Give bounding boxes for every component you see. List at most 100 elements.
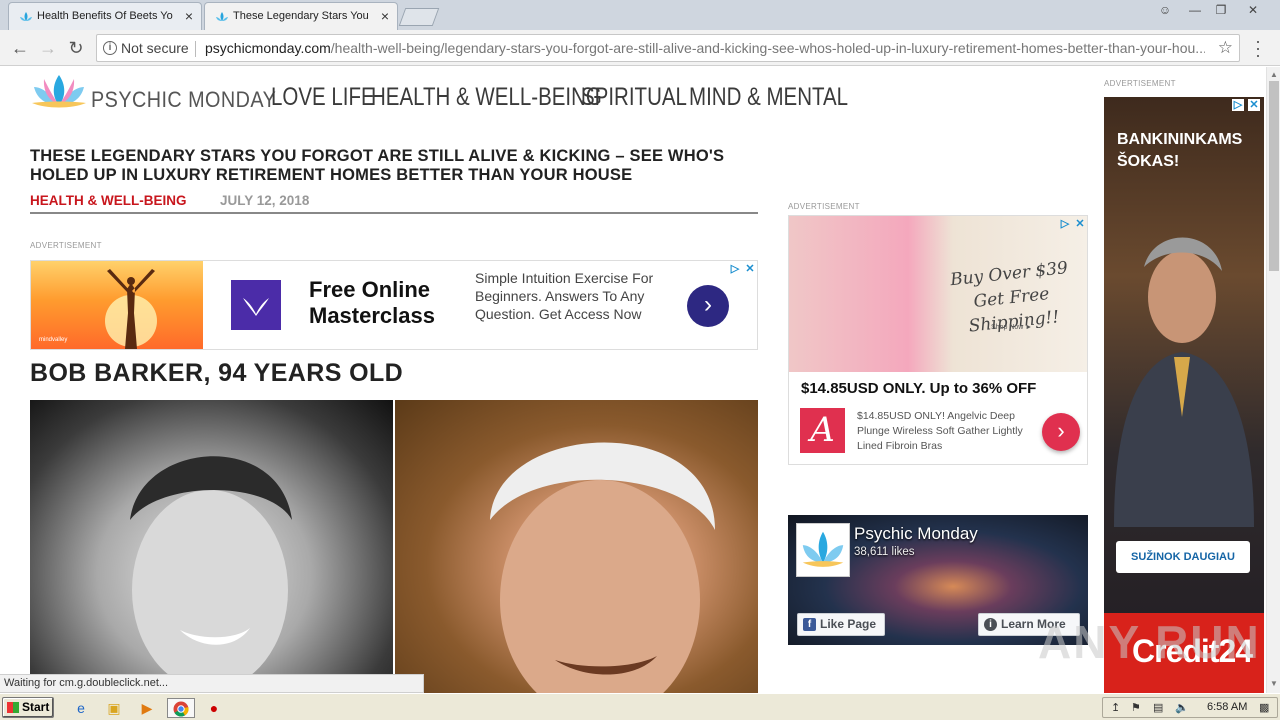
ad-close-icon[interactable]: ✕: [1248, 99, 1260, 111]
user-icon[interactable]: ☺: [1153, 2, 1177, 18]
shop-now-link[interactable]: Shop Now ►: [991, 324, 1032, 331]
close-tab-icon[interactable]: ×: [381, 8, 389, 24]
mindvalley-logo-icon: [231, 280, 281, 330]
man-in-suit-icon: [1114, 237, 1254, 527]
flag-icon[interactable]: ⚑: [1131, 701, 1141, 714]
article-title: THESE LEGENDARY STARS YOU FORGOT ARE STI…: [30, 147, 725, 184]
portrait-silhouette-icon: [130, 456, 292, 690]
ad-close-icon[interactable]: ✕: [1074, 218, 1086, 230]
woman-silhouette-icon: [105, 269, 157, 349]
chevron-right-icon[interactable]: ›: [687, 285, 729, 327]
status-bar: Waiting for cm.g.doubleclick.net...: [0, 674, 424, 693]
show-desktop-icon[interactable]: ▩: [1259, 701, 1269, 714]
adchoices-icon[interactable]: ▷: [1232, 99, 1244, 111]
ad-headline[interactable]: BANKININKAMS ŠOKAS!: [1117, 129, 1257, 173]
ad-label: ADVERTISEMENT: [788, 202, 860, 211]
ad-price-headline[interactable]: $14.85USD ONLY. Up to 36% OFF: [801, 380, 1036, 397]
ad-headline[interactable]: Free Online Masterclass: [309, 277, 459, 329]
chrome-icon[interactable]: [167, 698, 195, 718]
adchoices-icon[interactable]: ▷: [1059, 218, 1071, 230]
divider: [30, 212, 758, 214]
clock: 6:58 AM: [1207, 701, 1248, 713]
nav-spiritual[interactable]: SPIRITUAL: [581, 83, 687, 112]
portrait-silhouette-icon: [490, 442, 715, 693]
facebook-page-name[interactable]: Psychic Monday: [854, 524, 978, 544]
taskbar: Start e ▣ ▶ ● ↥ ⚑ ▤ 🔈 6:58 AM ▩: [0, 693, 1280, 720]
tab-strip: Health Benefits Of Beets Yo × These Lege…: [0, 0, 1280, 30]
like-page-button[interactable]: f Like Page: [797, 613, 885, 636]
nav-love-life[interactable]: LOVE LIFE: [271, 83, 375, 112]
section-heading: BOB BARKER, 94 YEARS OLD: [30, 359, 404, 387]
security-label: Not secure: [121, 40, 189, 56]
divider: [195, 41, 196, 57]
bob-barker-old-photo: [395, 400, 758, 693]
category-link[interactable]: HEALTH & WELL-BEING: [30, 193, 186, 208]
ad-label: ADVERTISEMENT: [30, 241, 102, 250]
url-domain: psychicmonday.com: [205, 40, 331, 56]
scroll-thumb[interactable]: [1269, 81, 1279, 271]
new-tab-button[interactable]: [398, 8, 440, 26]
anyrun-watermark: ANY RUN: [1038, 616, 1261, 668]
address-bar[interactable]: i Not secure psychicmonday.com/health-we…: [96, 34, 1240, 62]
angelvic-logo-icon: A: [800, 408, 845, 453]
ad-image: mindvalley: [31, 261, 203, 349]
window-close-icon[interactable]: ✕: [1241, 2, 1265, 18]
site-logo-text[interactable]: PSYCHIC MONDAY: [91, 87, 276, 113]
alert-icon[interactable]: ●: [203, 698, 225, 718]
tab-title: Health Benefits Of Beets Yo: [37, 10, 173, 22]
start-label: Start: [22, 700, 50, 714]
minimize-icon[interactable]: —: [1183, 2, 1207, 18]
close-tab-icon[interactable]: ×: [185, 8, 193, 24]
bra-ad[interactable]: Buy Over $39 Get Free Shipping!! Shop No…: [788, 215, 1088, 465]
folder-icon[interactable]: ▣: [103, 698, 125, 718]
tray-arrow-icon[interactable]: ↥: [1111, 701, 1120, 714]
reload-icon[interactable]: ↻: [64, 36, 88, 60]
ad-brand: mindvalley: [39, 337, 68, 343]
restore-icon[interactable]: ❐: [1209, 2, 1233, 18]
tab-legendary-stars[interactable]: These Legendary Stars You ×: [204, 2, 398, 30]
learn-more-button[interactable]: SUŽINOK DAUGIAU: [1116, 541, 1250, 573]
masterclass-ad[interactable]: mindvalley Free Online Masterclass Simpl…: [30, 260, 758, 350]
browser-toolbar: ← → ↻ i Not secure psychicmonday.com/hea…: [0, 30, 1280, 66]
ad-close-icon[interactable]: ✕: [744, 263, 756, 275]
lotus-logo-icon[interactable]: [30, 73, 88, 109]
adchoices-icon[interactable]: ▷: [729, 263, 741, 275]
windows-logo-icon: [7, 702, 19, 713]
bob-barker-young-photo: [30, 400, 393, 693]
info-icon[interactable]: i: [103, 41, 117, 55]
start-button[interactable]: Start: [2, 697, 54, 718]
lotus-favicon-icon: [20, 12, 32, 21]
volume-icon[interactable]: 🔈: [1175, 701, 1189, 714]
media-player-icon[interactable]: ▶: [136, 698, 158, 718]
nav-mind-mental[interactable]: MIND & MENTAL: [689, 83, 848, 112]
chrome-logo: [173, 701, 189, 717]
info-icon: i: [984, 618, 997, 631]
url-path: /health-well-being/legendary-stars-you-f…: [330, 40, 1205, 56]
lotus-logo-icon[interactable]: [796, 523, 850, 577]
page-scrollbar[interactable]: ▲ ▼: [1266, 67, 1280, 693]
ad-body: Simple Intuition Exercise For Beginners.…: [475, 270, 654, 322]
web-page: PSYCHIC MONDAY LOVE LIFE HEALTH & WELL-B…: [0, 67, 1266, 693]
tab-health-benefits[interactable]: Health Benefits Of Beets Yo ×: [8, 2, 202, 30]
forward-arrow-icon[interactable]: →: [36, 36, 60, 60]
scroll-up-icon[interactable]: ▲: [1270, 70, 1278, 79]
system-tray: ↥ ⚑ ▤ 🔈 6:58 AM ▩: [1102, 697, 1278, 718]
url-text: psychicmonday.com/health-well-being/lege…: [205, 35, 1205, 61]
menu-dots-icon[interactable]: · · ·: [1252, 32, 1264, 64]
chevron-right-icon[interactable]: ›: [1042, 413, 1080, 451]
ad-label: ADVERTISEMENT: [1104, 79, 1176, 88]
tab-title: These Legendary Stars You: [233, 10, 369, 22]
scroll-down-icon[interactable]: ▼: [1270, 679, 1278, 688]
network-icon[interactable]: ▤: [1153, 701, 1163, 714]
internet-explorer-icon[interactable]: e: [70, 698, 92, 718]
back-arrow-icon[interactable]: ←: [8, 36, 32, 60]
lotus-favicon-icon: [216, 12, 228, 21]
facebook-icon: f: [803, 618, 816, 631]
ad-description: $14.85USD ONLY! Angelvic Deep Plunge Wir…: [857, 410, 1023, 452]
like-page-label: Like Page: [820, 617, 877, 631]
facebook-likes-count: 38,611 likes: [854, 546, 915, 558]
nav-health-well-being[interactable]: HEALTH & WELL-BEING: [371, 83, 602, 112]
publish-date: JULY 12, 2018: [220, 193, 310, 208]
credit24-ad[interactable]: BANKININKAMS ŠOKAS! SUŽINOK DAUGIAU Cred…: [1104, 97, 1264, 693]
bookmark-star-icon[interactable]: ☆: [1218, 35, 1233, 61]
